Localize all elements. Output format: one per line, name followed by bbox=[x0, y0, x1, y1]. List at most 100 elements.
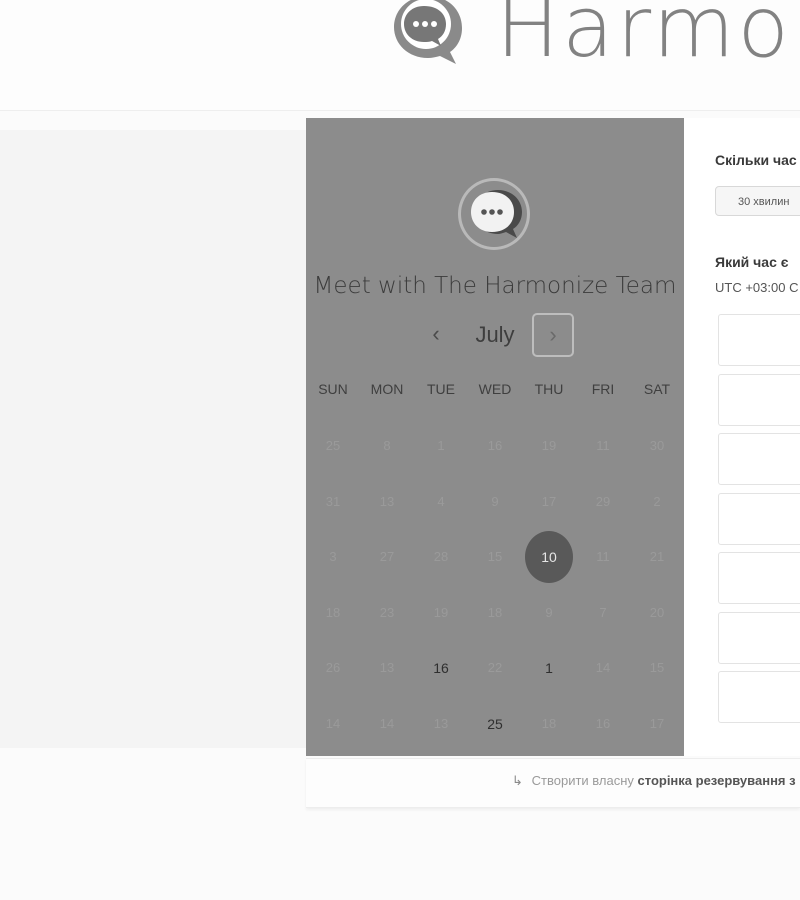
calendar-day-number: 20 bbox=[649, 604, 665, 620]
calendar-day: 13 bbox=[360, 640, 414, 696]
footer: ↳ Створити власну сторінка резервування … bbox=[306, 758, 800, 808]
calendar-day-number: 19 bbox=[541, 438, 557, 453]
calendar-panel: Meet with The Harmonize Team ‹ July › SU… bbox=[306, 118, 684, 756]
weekday-label: MON bbox=[370, 381, 404, 397]
calendar-day-number: 11 bbox=[596, 438, 610, 453]
calendar-day: 13 bbox=[414, 696, 468, 752]
footer-promo[interactable]: ↳ Створити власну сторінка резервування … bbox=[512, 773, 796, 789]
time-slot-button[interactable] bbox=[718, 373, 800, 426]
calendar-day-number: 9 bbox=[545, 604, 553, 620]
next-month-button[interactable]: › bbox=[532, 313, 574, 357]
calendar-day: 14 bbox=[360, 696, 414, 752]
calendar-day: 18 bbox=[306, 585, 360, 641]
calendar-day: 13 bbox=[360, 474, 414, 530]
calendar-day-number: 3 bbox=[329, 549, 337, 564]
duration-question: Скільки час bbox=[715, 152, 797, 168]
weekday-header: SUN MON TUE WED THU FRI SAT bbox=[306, 381, 684, 401]
calendar-day: 26 bbox=[306, 640, 360, 696]
calendar-day-number: 28 bbox=[433, 549, 449, 564]
weekday-label: TUE bbox=[427, 381, 455, 397]
calendar-day-number: 1 bbox=[437, 438, 445, 453]
calendar-day-number: 22 bbox=[487, 660, 503, 675]
calendar-day-number: 30 bbox=[649, 438, 665, 453]
calendar-day-number: 10 bbox=[525, 531, 573, 583]
month-label: July bbox=[475, 322, 515, 347]
calendar-day: 19 bbox=[414, 585, 468, 641]
calendar-day-number: 2 bbox=[653, 493, 661, 509]
calendar-day-number: 14 bbox=[379, 715, 395, 731]
calendar-day-number: 25 bbox=[325, 438, 341, 453]
calendar-day-number: 17 bbox=[649, 715, 665, 731]
calendar-day: 21 bbox=[630, 529, 684, 585]
calendar-day-selected[interactable]: 10 bbox=[522, 529, 576, 585]
calendar-day-number: 11 bbox=[596, 549, 610, 564]
calendar-day: 1 bbox=[414, 418, 468, 474]
calendar-day: 22 bbox=[468, 640, 522, 696]
calendar-day-number: 7 bbox=[599, 604, 607, 620]
calendar-title: Meet with The Harmonize Team bbox=[313, 273, 677, 299]
calendar-day: 16 bbox=[468, 418, 522, 474]
calendar-day: 16 bbox=[576, 696, 630, 752]
calendar-day: 19 bbox=[522, 418, 576, 474]
calendar-day-number: 16 bbox=[487, 438, 503, 453]
booking-panel: Скільки час 30 хвилин Який час є UTC +03… bbox=[684, 118, 800, 756]
calendar-day: 15 bbox=[468, 529, 522, 585]
calendar-day-number: 18 bbox=[325, 604, 341, 620]
calendar-day-number: 17 bbox=[541, 493, 557, 509]
time-slot-button[interactable] bbox=[718, 314, 800, 366]
calendar-day-available[interactable]: 25 bbox=[468, 696, 522, 752]
time-slot-button[interactable] bbox=[718, 433, 800, 485]
calendar-day: 17 bbox=[522, 474, 576, 530]
calendar-day: 7 bbox=[576, 585, 630, 641]
weekday-label: THU bbox=[534, 381, 564, 397]
calendar-day: 14 bbox=[306, 696, 360, 752]
calendar-day: 29 bbox=[576, 474, 630, 530]
time-slot-button[interactable] bbox=[718, 492, 800, 545]
calendar-day-number: 15 bbox=[649, 660, 665, 675]
weekday-label: WED bbox=[478, 381, 512, 397]
calendar-day-number: 21 bbox=[649, 549, 665, 564]
footer-prefix: Створити власну bbox=[531, 773, 634, 788]
timezone-label[interactable]: UTC +03:00 C bbox=[715, 280, 798, 295]
time-slot-button[interactable] bbox=[718, 611, 800, 664]
calendar-day: 17 bbox=[630, 696, 684, 752]
calendar-day-number: 8 bbox=[383, 438, 391, 453]
calendar-day-number: 14 bbox=[325, 715, 341, 731]
time-slot-button[interactable] bbox=[718, 671, 800, 723]
calendar-day-number: 23 bbox=[379, 604, 395, 620]
calendar-day: 31 bbox=[306, 474, 360, 530]
header: Harmo bbox=[0, 0, 800, 111]
calendar-day: 8 bbox=[360, 418, 414, 474]
calendar-day-number: 15 bbox=[487, 549, 503, 564]
calendar-day-available[interactable]: 16 bbox=[414, 640, 468, 696]
calendar-day: 18 bbox=[522, 696, 576, 752]
calendar-day-number: 16 bbox=[595, 715, 611, 731]
hook-arrow-icon: ↳ bbox=[512, 773, 523, 788]
calendar-day: 30 bbox=[630, 418, 684, 474]
calendar-day: 3 bbox=[306, 529, 360, 585]
calendar-day-number: 31 bbox=[325, 493, 341, 509]
calendar-day-available[interactable]: 1 bbox=[522, 640, 576, 696]
calendar-day-number: 26 bbox=[325, 660, 341, 675]
duration-option-button[interactable]: 30 хвилин bbox=[715, 186, 800, 216]
calendar-day-number: 18 bbox=[541, 715, 557, 731]
weekday-label: FRI bbox=[591, 381, 615, 397]
calendar-day: 2 bbox=[630, 474, 684, 530]
calendar-day: 9 bbox=[522, 585, 576, 641]
left-blank-panel bbox=[0, 130, 306, 748]
calendar-day-number: 16 bbox=[433, 660, 449, 676]
calendar-day-number: 1 bbox=[545, 660, 553, 676]
calendar-day-number: 19 bbox=[433, 604, 449, 620]
calendar-day: 18 bbox=[468, 585, 522, 641]
footer-link[interactable]: сторінка резервування з bbox=[638, 773, 796, 788]
calendar-day: 20 bbox=[630, 585, 684, 641]
prev-month-button[interactable]: ‹ bbox=[424, 319, 448, 349]
calendar-day-number: 9 bbox=[491, 493, 499, 509]
calendar-day: 4 bbox=[414, 474, 468, 530]
calendar-day: 14 bbox=[576, 640, 630, 696]
calendar-day-number: 18 bbox=[487, 604, 503, 620]
calendar-day-number: 29 bbox=[595, 493, 611, 509]
calendar-day: 28 bbox=[414, 529, 468, 585]
time-slot-button[interactable] bbox=[718, 552, 800, 604]
calendar-day: 27 bbox=[360, 529, 414, 585]
